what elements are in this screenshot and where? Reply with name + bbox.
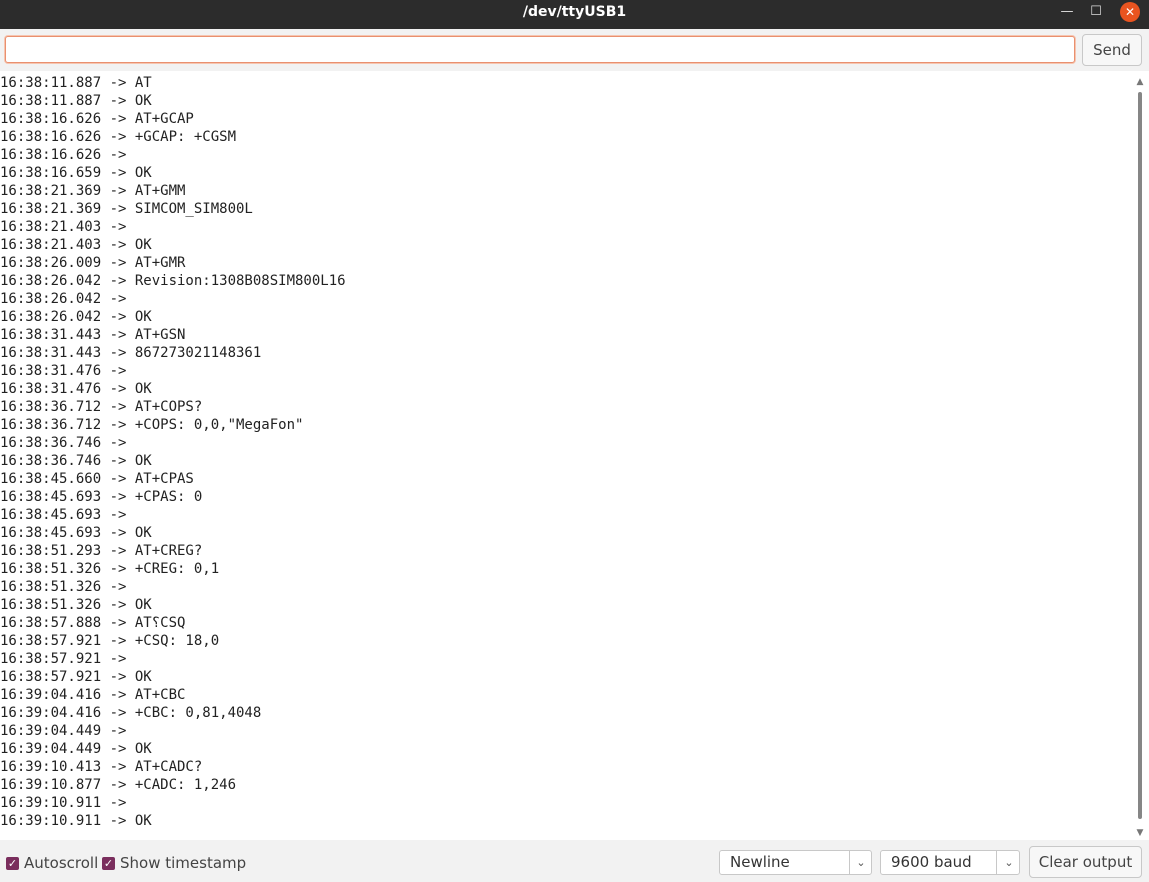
timestamp-label: Show timestamp bbox=[120, 854, 247, 872]
serial-input[interactable] bbox=[5, 36, 1075, 63]
line-ending-value: Newline bbox=[730, 853, 790, 871]
output-line: 16:38:21.369 -> SIMCOM_SIM800L bbox=[0, 201, 253, 217]
maximize-button[interactable]: ☐ bbox=[1086, 2, 1106, 22]
output-line: 16:38:45.693 -> OK bbox=[0, 525, 152, 541]
output-line: 16:38:31.443 -> 867273021148361 bbox=[0, 345, 262, 361]
output-line: 16:38:16.626 -> +GCAP: +CGSM bbox=[0, 129, 237, 145]
output-line: 16:38:21.403 -> bbox=[0, 219, 135, 235]
output-line: 16:39:04.449 -> bbox=[0, 723, 135, 739]
output-line: 16:38:16.659 -> OK bbox=[0, 165, 152, 181]
output-line: 16:38:57.921 -> bbox=[0, 651, 135, 667]
output-line: 16:38:51.293 -> AT+CREG? bbox=[0, 543, 203, 559]
scroll-down-arrow[interactable]: ▼ bbox=[1136, 829, 1144, 838]
output-line: 16:38:45.660 -> AT+CPAS bbox=[0, 471, 194, 487]
output-line: 16:38:51.326 -> +CREG: 0,1 bbox=[0, 561, 220, 577]
output-line: 16:38:57.921 -> OK bbox=[0, 669, 152, 685]
line-ending-divider bbox=[849, 851, 850, 874]
clear-output-button[interactable]: Clear output bbox=[1029, 846, 1142, 878]
scrollbar-thumb[interactable] bbox=[1138, 92, 1142, 819]
output-line: 16:39:10.413 -> AT+CADC? bbox=[0, 759, 203, 775]
scroll-up-arrow[interactable]: ▲ bbox=[1136, 78, 1144, 87]
output-line: 16:39:04.416 -> AT+CBC bbox=[0, 687, 186, 703]
line-ending-select[interactable]: Newline ⌄ bbox=[719, 850, 872, 875]
output-line: 16:38:26.042 -> Revision:1308B08SIM800L1… bbox=[0, 273, 346, 289]
output-line: 16:38:36.712 -> +COPS: 0,0,"MegaFon" bbox=[0, 417, 304, 433]
output-line: 16:38:16.626 -> AT+GCAP bbox=[0, 111, 194, 127]
serial-output[interactable]: 16:38:11.887 -> AT 16:38:11.887 -> OK 16:3… bbox=[0, 74, 1132, 839]
output-line: 16:38:31.443 -> AT+GSN bbox=[0, 327, 186, 343]
output-line: 16:38:51.326 -> OK bbox=[0, 597, 152, 613]
output-line: 16:38:36.746 -> bbox=[0, 435, 135, 451]
chevron-down-icon[interactable]: ⌄ bbox=[851, 851, 871, 874]
timestamp-check-icon[interactable]: ✓ bbox=[102, 856, 115, 870]
output-line: 16:38:16.626 -> bbox=[0, 147, 135, 163]
minimize-button[interactable]: — bbox=[1057, 2, 1077, 22]
output-line: 16:38:45.693 -> bbox=[0, 507, 135, 523]
autoscroll-checkbox[interactable]: ✓ Autoscroll bbox=[6, 854, 98, 872]
output-line: 16:38:11.887 -> OK bbox=[0, 93, 152, 109]
output-line: 16:38:11.887 -> AT bbox=[0, 75, 152, 91]
autoscroll-check-icon[interactable]: ✓ bbox=[6, 856, 19, 870]
output-line: 16:38:36.746 -> OK bbox=[0, 453, 152, 469]
baud-rate-select[interactable]: 9600 baud ⌄ bbox=[880, 850, 1020, 875]
output-line: 16:38:26.042 -> bbox=[0, 291, 135, 307]
output-line: 16:38:31.476 -> OK bbox=[0, 381, 152, 397]
output-line: 16:38:51.326 -> bbox=[0, 579, 135, 595]
timestamp-checkbox[interactable]: ✓ Show timestamp bbox=[102, 854, 246, 872]
output-line: 16:38:26.042 -> OK bbox=[0, 309, 152, 325]
output-line: 16:38:45.693 -> +CPAS: 0 bbox=[0, 489, 203, 505]
baud-rate-divider bbox=[996, 851, 997, 874]
output-line: 16:39:10.911 -> OK bbox=[0, 813, 152, 829]
output-line: 16:38:57.888 -> AT؟CSQ bbox=[0, 615, 186, 631]
output-line: 16:38:26.009 -> AT+GMR bbox=[0, 255, 186, 271]
output-line: 16:39:04.416 -> +CBC: 0,81,4048 bbox=[0, 705, 262, 721]
title-bar: /dev/ttyUSB1 — ☐ ✕ bbox=[0, 0, 1149, 29]
baud-rate-value: 9600 baud bbox=[891, 853, 972, 871]
output-line: 16:38:57.921 -> +CSQ: 18,0 bbox=[0, 633, 220, 649]
output-line: 16:38:21.369 -> AT+GMM bbox=[0, 183, 186, 199]
output-scrollbar[interactable]: ▲ ▼ bbox=[1133, 74, 1147, 839]
autoscroll-label: Autoscroll bbox=[24, 854, 99, 872]
output-line: 16:39:04.449 -> OK bbox=[0, 741, 152, 757]
send-button[interactable]: Send bbox=[1082, 34, 1142, 66]
output-line: 16:39:10.877 -> +CADC: 1,246 bbox=[0, 777, 237, 793]
window-title: /dev/ttyUSB1 bbox=[522, 4, 627, 20]
output-line: 16:39:10.911 -> bbox=[0, 795, 135, 811]
output-line: 16:38:31.476 -> bbox=[0, 363, 135, 379]
close-button[interactable]: ✕ bbox=[1120, 2, 1140, 22]
output-line: 16:38:21.403 -> OK bbox=[0, 237, 152, 253]
output-line: 16:38:36.712 -> AT+COPS? bbox=[0, 399, 203, 415]
chevron-down-icon[interactable]: ⌄ bbox=[999, 851, 1019, 874]
